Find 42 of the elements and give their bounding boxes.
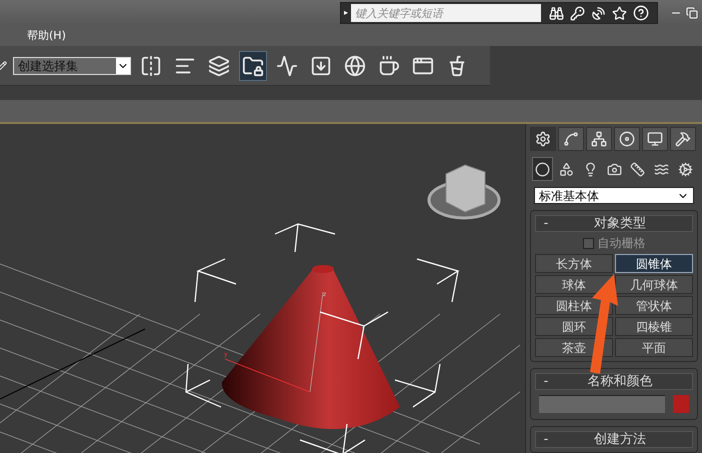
object-type-button[interactable]: 球体	[535, 275, 613, 294]
rollout-header[interactable]: - 名称和颜色	[535, 373, 693, 390]
restore-icon[interactable]	[686, 7, 698, 19]
hierarchy-icon	[591, 131, 607, 147]
camera-icon	[606, 162, 622, 176]
panel-tab[interactable]	[586, 127, 612, 151]
rollout-header[interactable]: - 创建方法	[535, 431, 693, 448]
object-color-swatch[interactable]	[673, 395, 689, 413]
category-dropdown[interactable]: 标准基本体	[534, 187, 694, 204]
shapes-icon	[558, 162, 574, 176]
rollout-header[interactable]: - 对象类型	[535, 215, 693, 232]
panel-tab[interactable]	[614, 127, 640, 151]
layers-icon	[208, 54, 230, 76]
viewcube-icon[interactable]	[428, 164, 500, 220]
object-type-button[interactable]: 管状体	[615, 296, 693, 315]
display-icon	[647, 131, 663, 147]
menu-item[interactable]: 帮助(H)	[27, 28, 66, 44]
waves-icon	[654, 162, 670, 176]
panel-tab[interactable]	[530, 127, 556, 151]
expand-icon[interactable]: ▸	[341, 7, 351, 19]
object-type-button[interactable]: 几何球体	[615, 275, 693, 294]
panel-tab[interactable]	[558, 127, 584, 151]
search-field[interactable]: 键入关键字或短语	[351, 4, 541, 22]
binoculars-icon[interactable]	[549, 6, 564, 20]
selection-set-dropdown[interactable]: 创建选择集	[13, 56, 131, 74]
pencil-icon[interactable]	[0, 60, 7, 70]
hammer-icon	[675, 131, 691, 147]
star-icon[interactable]	[612, 6, 627, 20]
object-type-button[interactable]: 四棱锥	[615, 317, 693, 336]
help-icon[interactable]	[633, 5, 649, 21]
object-type-button[interactable]: 平面	[615, 338, 693, 357]
key-icon[interactable]	[570, 6, 585, 20]
toolbar-button[interactable]	[239, 50, 267, 80]
autogrid-checkbox[interactable]	[582, 238, 594, 248]
object-type-button[interactable]: 长方体	[535, 254, 613, 273]
panel-tab[interactable]	[670, 127, 696, 151]
autogrid-label: 自动栅格	[598, 235, 646, 252]
object-name-field[interactable]	[539, 395, 665, 413]
satellite-dish-icon[interactable]	[591, 6, 606, 20]
object-type-button[interactable]: 圆锥体	[615, 254, 693, 273]
subtype-button[interactable]	[532, 157, 553, 181]
panel-tab[interactable]	[642, 127, 668, 151]
